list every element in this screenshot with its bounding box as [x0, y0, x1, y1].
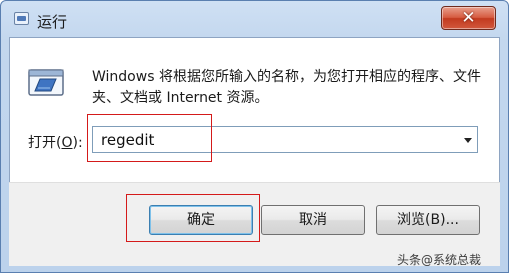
- watermark: 头条@系统总裁: [397, 253, 482, 267]
- open-label: 打开(O):: [28, 135, 83, 151]
- run-dialog-window: 运行 ✕ Windows 将根据您所输入的名称，为您打开相应的程序、文件夹、文档…: [0, 0, 509, 273]
- close-button[interactable]: ✕: [441, 6, 496, 30]
- highlight-box-input: [87, 114, 212, 162]
- run-program-icon: [28, 69, 64, 96]
- dialog-description: Windows 将根据您所输入的名称，为您打开相应的程序、文件夹、文档或 Int…: [92, 69, 481, 106]
- close-icon: ✕: [461, 8, 476, 28]
- highlight-box-ok: [126, 194, 260, 242]
- cancel-button[interactable]: 取消: [261, 205, 365, 235]
- window-title: 运行: [37, 13, 68, 31]
- title-bar[interactable]: 运行 ✕: [1, 1, 508, 37]
- run-window-icon: [14, 12, 29, 25]
- dropdown-arrow-icon[interactable]: [464, 138, 472, 143]
- browse-button[interactable]: 浏览(B)...: [376, 205, 480, 235]
